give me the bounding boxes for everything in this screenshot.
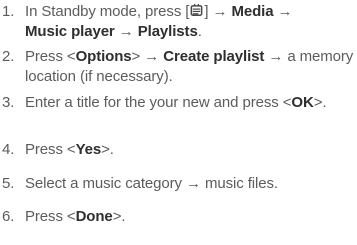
step-text-part: → bbox=[114, 22, 138, 40]
menu-item-media: Media bbox=[231, 3, 274, 20]
step-text-part: Press < bbox=[25, 48, 76, 65]
step-text: Press <Options> → Create playlist → a me… bbox=[25, 47, 355, 86]
step-text-part: In Standby mode, press [ bbox=[25, 3, 190, 20]
yes-softkey-label: Yes bbox=[75, 141, 102, 158]
step-1: 1. In Standby mode, press [ ] → Media → M… bbox=[0, 2, 355, 41]
step-text: Press <Yes>. bbox=[25, 140, 355, 160]
step-text-part: >. bbox=[313, 94, 327, 111]
step-5: 5. Select a music category → music files… bbox=[0, 174, 355, 194]
menu-item-music-player: Music player bbox=[25, 22, 115, 40]
step-text: In Standby mode, press [ ] → Media → Musi… bbox=[25, 2, 355, 41]
step-number: 5. bbox=[2, 175, 15, 192]
step-text-part: Press < bbox=[25, 141, 76, 158]
step-2: 2. Press <Options> → Create playlist → a… bbox=[0, 47, 355, 86]
options-softkey-label: Options bbox=[75, 48, 132, 65]
step-3: 3. Enter a title for the your new and pr… bbox=[0, 93, 355, 113]
step-text-part: ] → bbox=[204, 3, 232, 20]
step-text-part: >. bbox=[112, 208, 126, 225]
step-text: Select a music category → music files. bbox=[25, 174, 355, 194]
step-text-part: Select a music category → music files. bbox=[25, 175, 278, 192]
step-number: 2. bbox=[2, 48, 15, 65]
step-text-part: → bbox=[273, 3, 293, 20]
step-text-part: > → bbox=[131, 48, 164, 65]
step-6: 6. Press <Done>. bbox=[0, 207, 355, 227]
menu-item-create-playlist: Create playlist bbox=[163, 48, 265, 65]
ok-softkey-label: OK bbox=[291, 94, 314, 111]
step-text-part: >. bbox=[101, 141, 114, 158]
step-number: 4. bbox=[2, 141, 15, 158]
step-text-part: . bbox=[197, 22, 202, 40]
step-text-part: Enter a title for the your new and press… bbox=[25, 94, 292, 111]
menu-key-icon bbox=[190, 3, 203, 16]
step-text: Press <Done>. bbox=[25, 207, 355, 227]
step-4: 4. Press <Yes>. bbox=[0, 140, 355, 160]
step-number: 6. bbox=[2, 208, 15, 225]
step-number: 1. bbox=[2, 3, 15, 20]
step-number: 3. bbox=[2, 94, 15, 111]
done-softkey-label: Done bbox=[75, 208, 113, 225]
step-text: Enter a title for the your new and press… bbox=[25, 93, 355, 113]
step-text-part: Press < bbox=[25, 208, 76, 225]
menu-item-playlists: Playlists bbox=[137, 22, 198, 40]
